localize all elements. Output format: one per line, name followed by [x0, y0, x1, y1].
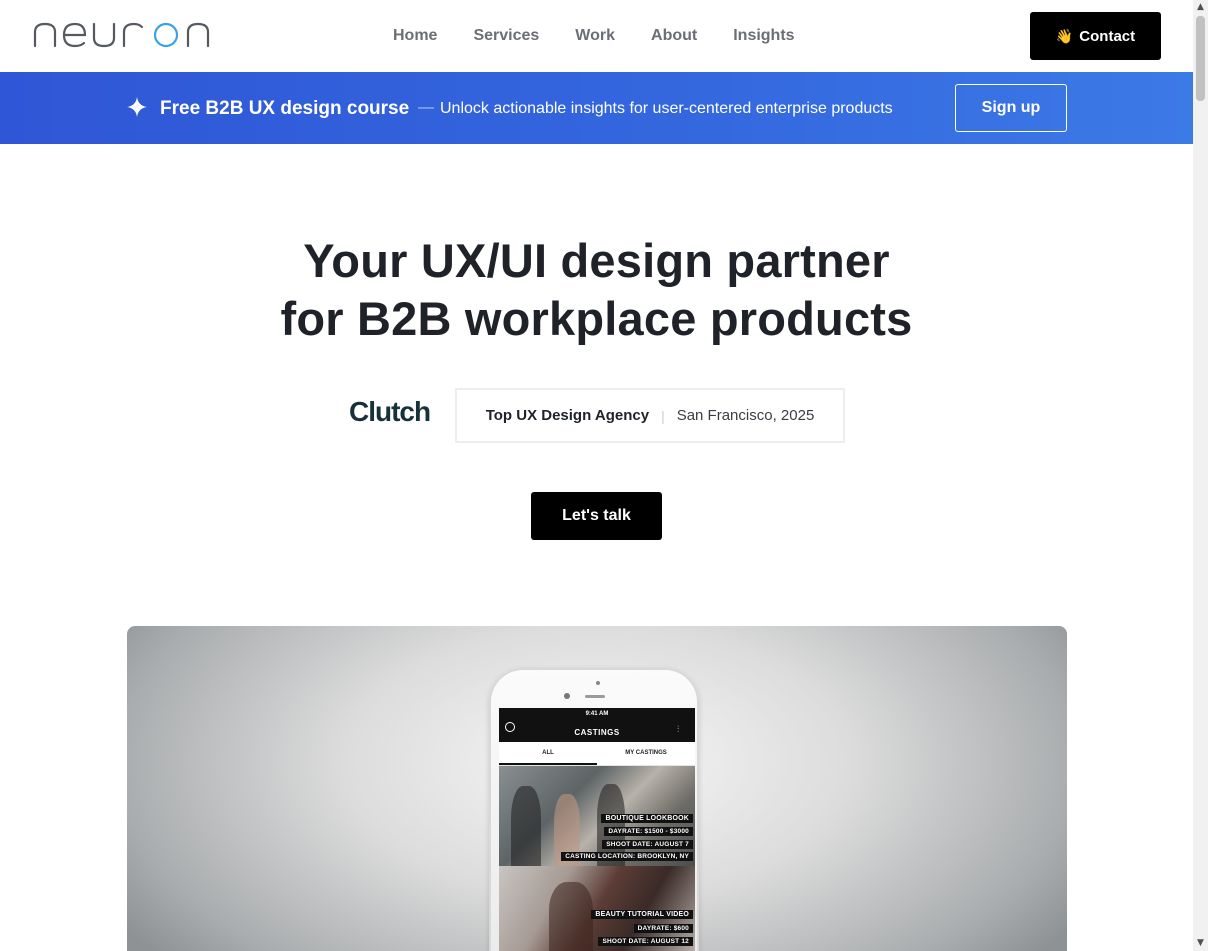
contact-button[interactable]: 👋 Contact — [1030, 12, 1161, 60]
clutch-logo-text: Clutch — [349, 396, 431, 427]
banner-separator: — — [418, 99, 434, 116]
card-photo-figure — [511, 786, 541, 866]
phone-mockup: 9:41 AM CASTINGS ⫶ ALL MY CASTINGS BOUTI… — [489, 668, 699, 951]
award-badge: Top UX Design Agency | San Francisco, 20… — [455, 388, 845, 443]
award-title: Top UX Design Agency — [485, 407, 650, 424]
sparkle-icon — [127, 97, 147, 117]
promo-banner: Free B2B UX design course — Unlock actio… — [0, 72, 1193, 144]
nav-home[interactable]: Home — [393, 27, 437, 45]
banner-course-title: Free B2B UX design course — [160, 98, 410, 119]
showcase-image: 9:41 AM CASTINGS ⫶ ALL MY CASTINGS BOUTI… — [127, 626, 1067, 951]
filter-icon: ⫶ — [677, 725, 680, 735]
scrollbar-thumb[interactable] — [1196, 16, 1205, 101]
phone-sensor-icon — [564, 693, 570, 699]
hero-title-line-2: for B2B workplace products — [280, 292, 913, 345]
casting-card: BEAUTY TUTORIAL VIDEO DAYRATE: $600 SHOO… — [499, 866, 695, 951]
casting-title: BOUTIQUE LOOKBOOK — [601, 814, 693, 823]
nav-services[interactable]: Services — [473, 27, 539, 45]
casting-dayrate: DAYRATE: $600 — [633, 924, 693, 933]
nav-work[interactable]: Work — [575, 27, 615, 45]
award-divider: | — [661, 407, 665, 424]
lets-talk-button[interactable]: Let's talk — [531, 492, 662, 540]
neuron-logo-mark — [33, 22, 210, 48]
award-location: San Francisco, 2025 — [676, 407, 815, 424]
app-title: CASTINGS — [574, 728, 620, 737]
banner-description: Unlock actionable insights for user-cent… — [440, 100, 893, 117]
casting-dayrate: DAYRATE: $1500 - $3000 — [604, 827, 693, 836]
phone-speaker-icon — [585, 695, 605, 698]
casting-location: CASTING LOCATION: BROOKLYN, NY — [561, 852, 693, 861]
page-scrollbar[interactable]: ▲ ▼ — [1193, 0, 1208, 951]
tab-my-castings: MY CASTINGS — [625, 750, 667, 756]
page: Home Services Work About Insights 👋 Cont… — [0, 0, 1208, 951]
clutch-logo[interactable]: Clutch — [349, 396, 431, 428]
waving-hand-icon: 👋 — [1055, 27, 1074, 44]
main-nav: Home Services Work About Insights — [375, 0, 813, 72]
nav-about[interactable]: About — [651, 27, 697, 45]
neuron-logo[interactable] — [33, 18, 213, 52]
hero-title: Your UX/UI design partner for B2B workpl… — [0, 232, 1193, 348]
phone-time: 9:41 AM — [585, 711, 609, 717]
phone-camera-icon — [596, 681, 600, 685]
contact-button-label: Contact — [1079, 27, 1136, 45]
scroll-down-arrow-icon[interactable]: ▼ — [1193, 936, 1208, 951]
nav-insights[interactable]: Insights — [733, 27, 794, 45]
casting-card: BOUTIQUE LOOKBOOK DAYRATE: $1500 - $3000… — [499, 766, 695, 866]
tab-all: ALL — [499, 742, 597, 765]
card-photo-figure — [549, 882, 593, 951]
casting-shoot-date: SHOOT DATE: AUGUST 7 — [602, 840, 693, 849]
scroll-up-arrow-icon[interactable]: ▲ — [1193, 0, 1208, 15]
site-header: Home Services Work About Insights 👋 Cont… — [0, 0, 1193, 72]
casting-shoot-date: SHOOT DATE: AUGUST 12 — [598, 937, 693, 946]
app-tabs: ALL MY CASTINGS — [499, 742, 695, 766]
signup-button[interactable]: Sign up — [955, 84, 1067, 132]
phone-screen: 9:41 AM CASTINGS ⫶ ALL MY CASTINGS BOUTI… — [499, 708, 695, 951]
hero-title-line-1: Your UX/UI design partner — [303, 234, 890, 287]
app-topbar: 9:41 AM CASTINGS ⫶ — [499, 708, 695, 742]
casting-title: BEAUTY TUTORIAL VIDEO — [591, 910, 693, 919]
